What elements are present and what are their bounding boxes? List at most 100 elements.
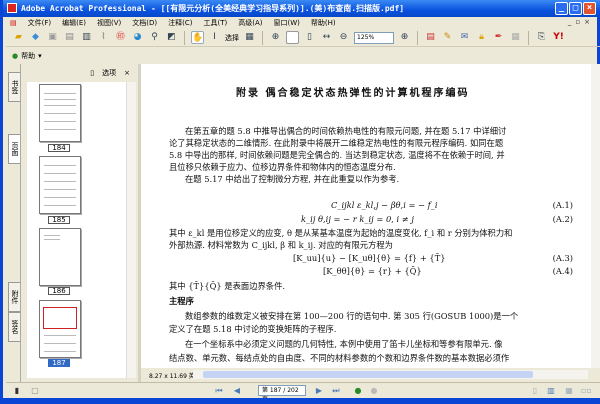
paragraph-line: 5.8 中导出的那样, 时间依赖问题是完全偶合的. 当达到稳定状态, 温度将不在… xyxy=(169,150,505,160)
help-icon: ● xyxy=(12,51,19,60)
window-frame-bottom xyxy=(0,398,600,404)
page-number-input[interactable]: 第 187 / 202 页 xyxy=(258,385,306,403)
appendix-title: 附录 偶合稳定状态热弹性的计算机程序编码 xyxy=(236,88,470,99)
zoom-in-tool-icon[interactable]: ⊕ xyxy=(269,31,282,44)
equation-number: (A.1) xyxy=(552,200,573,210)
equation: C_ijkl ε_kl,j − βθ,i = − f_i xyxy=(331,200,438,210)
first-page-button[interactable]: ⏮ xyxy=(214,386,224,396)
page-thumbnail[interactable] xyxy=(39,228,81,286)
page-thumbnail[interactable] xyxy=(39,156,81,214)
paragraph-line: 论了其稳定状态的二维情形. 在此附录中将展开二维稳定热电性的有限元程序编码. 如… xyxy=(169,138,504,148)
email-icon[interactable]: ◕ xyxy=(131,31,144,44)
menu-advanced[interactable]: 高级(A) xyxy=(238,18,262,28)
send-review-icon[interactable]: ✉ xyxy=(458,31,471,44)
menu-edit[interactable]: 编辑(E) xyxy=(62,18,86,28)
thumbnail-scrollbar[interactable] xyxy=(126,82,136,378)
fit-width-icon[interactable]: ↔ xyxy=(320,31,333,44)
next-page-button[interactable]: ▶ xyxy=(314,386,324,396)
paragraph-line: 其中 {T̄}{Q̄} 是表面边界条件. xyxy=(169,281,286,291)
secure-lock-icon[interactable]: 🔒︎ xyxy=(475,31,488,44)
snapshot-icon[interactable]: ▦ xyxy=(243,31,256,44)
tab-attachments[interactable]: 附件 xyxy=(8,282,20,312)
paragraph-line: 在第五章的题 5.8 中推导出偶合的时间依赖热电性的有限元问题, 并在题 5.1… xyxy=(185,126,507,136)
thumbnail-label: 185 xyxy=(48,216,70,224)
tab-pages[interactable]: 页面 xyxy=(8,134,20,164)
attach-icon[interactable]: ⌇ xyxy=(97,31,110,44)
select-tool-label[interactable]: 选择 xyxy=(225,33,239,43)
organizer-icon[interactable]: ◆ xyxy=(29,31,42,44)
separator xyxy=(184,30,185,45)
continuous-facing-icon[interactable]: ▫▫ xyxy=(581,386,592,396)
close-button[interactable]: × xyxy=(583,2,596,15)
equation-number: (A.3) xyxy=(552,253,573,263)
zoom-in-icon[interactable]: ⊕ xyxy=(398,31,411,44)
sign-pen-icon[interactable]: ✒ xyxy=(492,31,505,44)
stamp-icon[interactable]: ㊞ xyxy=(114,31,127,44)
document-page: 附录 偶合稳定状态热弹性的计算机程序编码 在第五章的题 5.8 中推导出偶合的时… xyxy=(141,64,591,368)
horizontal-scrollbar[interactable] xyxy=(193,370,588,379)
chevron-down-icon[interactable]: ▾ xyxy=(38,52,42,60)
paragraph-line: 结点数、单元数、每结点处的自由度、不同的材料参数的个数和边界条件数的基本数据必须… xyxy=(169,353,510,363)
menu-file[interactable]: 文件(F) xyxy=(28,18,52,28)
upload-icon[interactable]: ◩ xyxy=(165,31,178,44)
paragraph-line: 在一个坐标系中必须定义问题的几何特性, 本例中使用了笛卡儿坐标和等参有限单元. … xyxy=(185,339,503,349)
options-menu[interactable]: 选项 xyxy=(102,68,116,78)
previous-page-button[interactable]: ◀ xyxy=(232,386,242,396)
menu-window[interactable]: 窗口(W) xyxy=(274,18,300,28)
review-comment-icon[interactable]: ✎ xyxy=(441,31,454,44)
zoom-level-select[interactable]: 125% xyxy=(354,31,394,44)
acrobat-window: Adobe Acrobat Professional - [[有限元分析(全美经… xyxy=(0,0,600,404)
status-bar: ▮ ▢ ⏮ ◀ 第 187 / 202 页 ▶ ⏭ ● ● ▯ ▥ ▦ ▫▫ xyxy=(6,382,600,403)
go-forward-icon[interactable]: ● xyxy=(369,386,379,396)
separator xyxy=(528,30,529,45)
maximize-button[interactable]: □ xyxy=(569,2,582,15)
save-icon[interactable]: ▣ xyxy=(46,31,59,44)
document-window-controls[interactable]: _▫× xyxy=(568,18,594,26)
forms-icon[interactable]: ▦ xyxy=(509,31,522,44)
menu-view[interactable]: 视图(V) xyxy=(97,18,121,28)
info-icon[interactable]: ▢ xyxy=(30,386,40,396)
single-page-icon[interactable]: ▯ xyxy=(530,386,540,396)
paragraph-line: 且位移只依赖于应力、位移边界条件和物体内的恒态温度分布. xyxy=(169,162,396,172)
panel-close-button[interactable]: × xyxy=(124,69,130,77)
equation: [K_uu]{u} − [K_uθ]{θ} = {f} + {T̄} xyxy=(293,253,446,263)
paragraph-line: 其中 ε_kl 是用位移定义的应变, θ 是从某基本温度为起始的温度变化, f_… xyxy=(169,228,513,238)
equation-number: (A.2) xyxy=(552,214,573,224)
create-pdf-icon[interactable]: ▥ xyxy=(80,31,93,44)
export-icon[interactable]: ⎘ xyxy=(535,31,548,44)
document-vertical-scrollbar[interactable] xyxy=(591,64,600,368)
continuous-icon[interactable]: ▥ xyxy=(546,386,556,396)
page-thumbnail-current[interactable] xyxy=(39,300,81,358)
open-icon[interactable]: ▰ xyxy=(12,31,25,44)
hand-tool-icon[interactable]: ✋ xyxy=(191,31,204,44)
menu-tools[interactable]: 工具(T) xyxy=(204,18,228,28)
menu-comments[interactable]: 注释(C) xyxy=(168,18,192,28)
equation-number: (A.4) xyxy=(552,266,573,276)
section-heading: 主程序 xyxy=(169,296,194,306)
pdf-doc-icon: ▤ xyxy=(10,19,17,27)
panel-toggle-icon[interactable]: ▮ xyxy=(12,386,22,396)
menu-document[interactable]: 文档(D) xyxy=(132,18,157,28)
select-text-icon[interactable]: I xyxy=(208,31,221,44)
paragraph-line: 外部热源. 材料常数为 C_ijkl, β 和 k_ij. 对应的有限元方程为 xyxy=(169,240,393,250)
fit-page-icon[interactable]: ▯ xyxy=(303,31,316,44)
facing-icon[interactable]: ▦ xyxy=(564,386,574,396)
menu-help[interactable]: 帮助(H) xyxy=(311,18,336,28)
navigation-tabs: 书签 页面 附件 签名 xyxy=(6,64,20,382)
create-pdf-menu-icon[interactable]: ▤ xyxy=(424,31,437,44)
last-page-button[interactable]: ⏭ xyxy=(331,386,341,396)
find-icon[interactable]: ⚲ xyxy=(148,31,161,44)
page-thumbnail[interactable] xyxy=(39,84,81,142)
tab-bookmarks[interactable]: 书签 xyxy=(8,72,20,102)
actual-size-icon[interactable] xyxy=(286,31,299,44)
print-icon[interactable]: ▤ xyxy=(63,31,76,44)
trash-icon[interactable]: ▯ xyxy=(90,69,94,77)
tab-signatures[interactable]: 签名 xyxy=(8,312,20,342)
scrollbar-thumb[interactable] xyxy=(203,371,533,378)
minimize-button[interactable]: _ xyxy=(555,2,568,15)
thumbnail-label: 184 xyxy=(48,144,70,152)
help-button[interactable]: 帮助 xyxy=(21,51,35,61)
zoom-out-icon[interactable]: ⊖ xyxy=(337,31,350,44)
go-back-icon[interactable]: ● xyxy=(353,386,363,396)
yahoo-icon[interactable]: Y! xyxy=(552,31,565,44)
